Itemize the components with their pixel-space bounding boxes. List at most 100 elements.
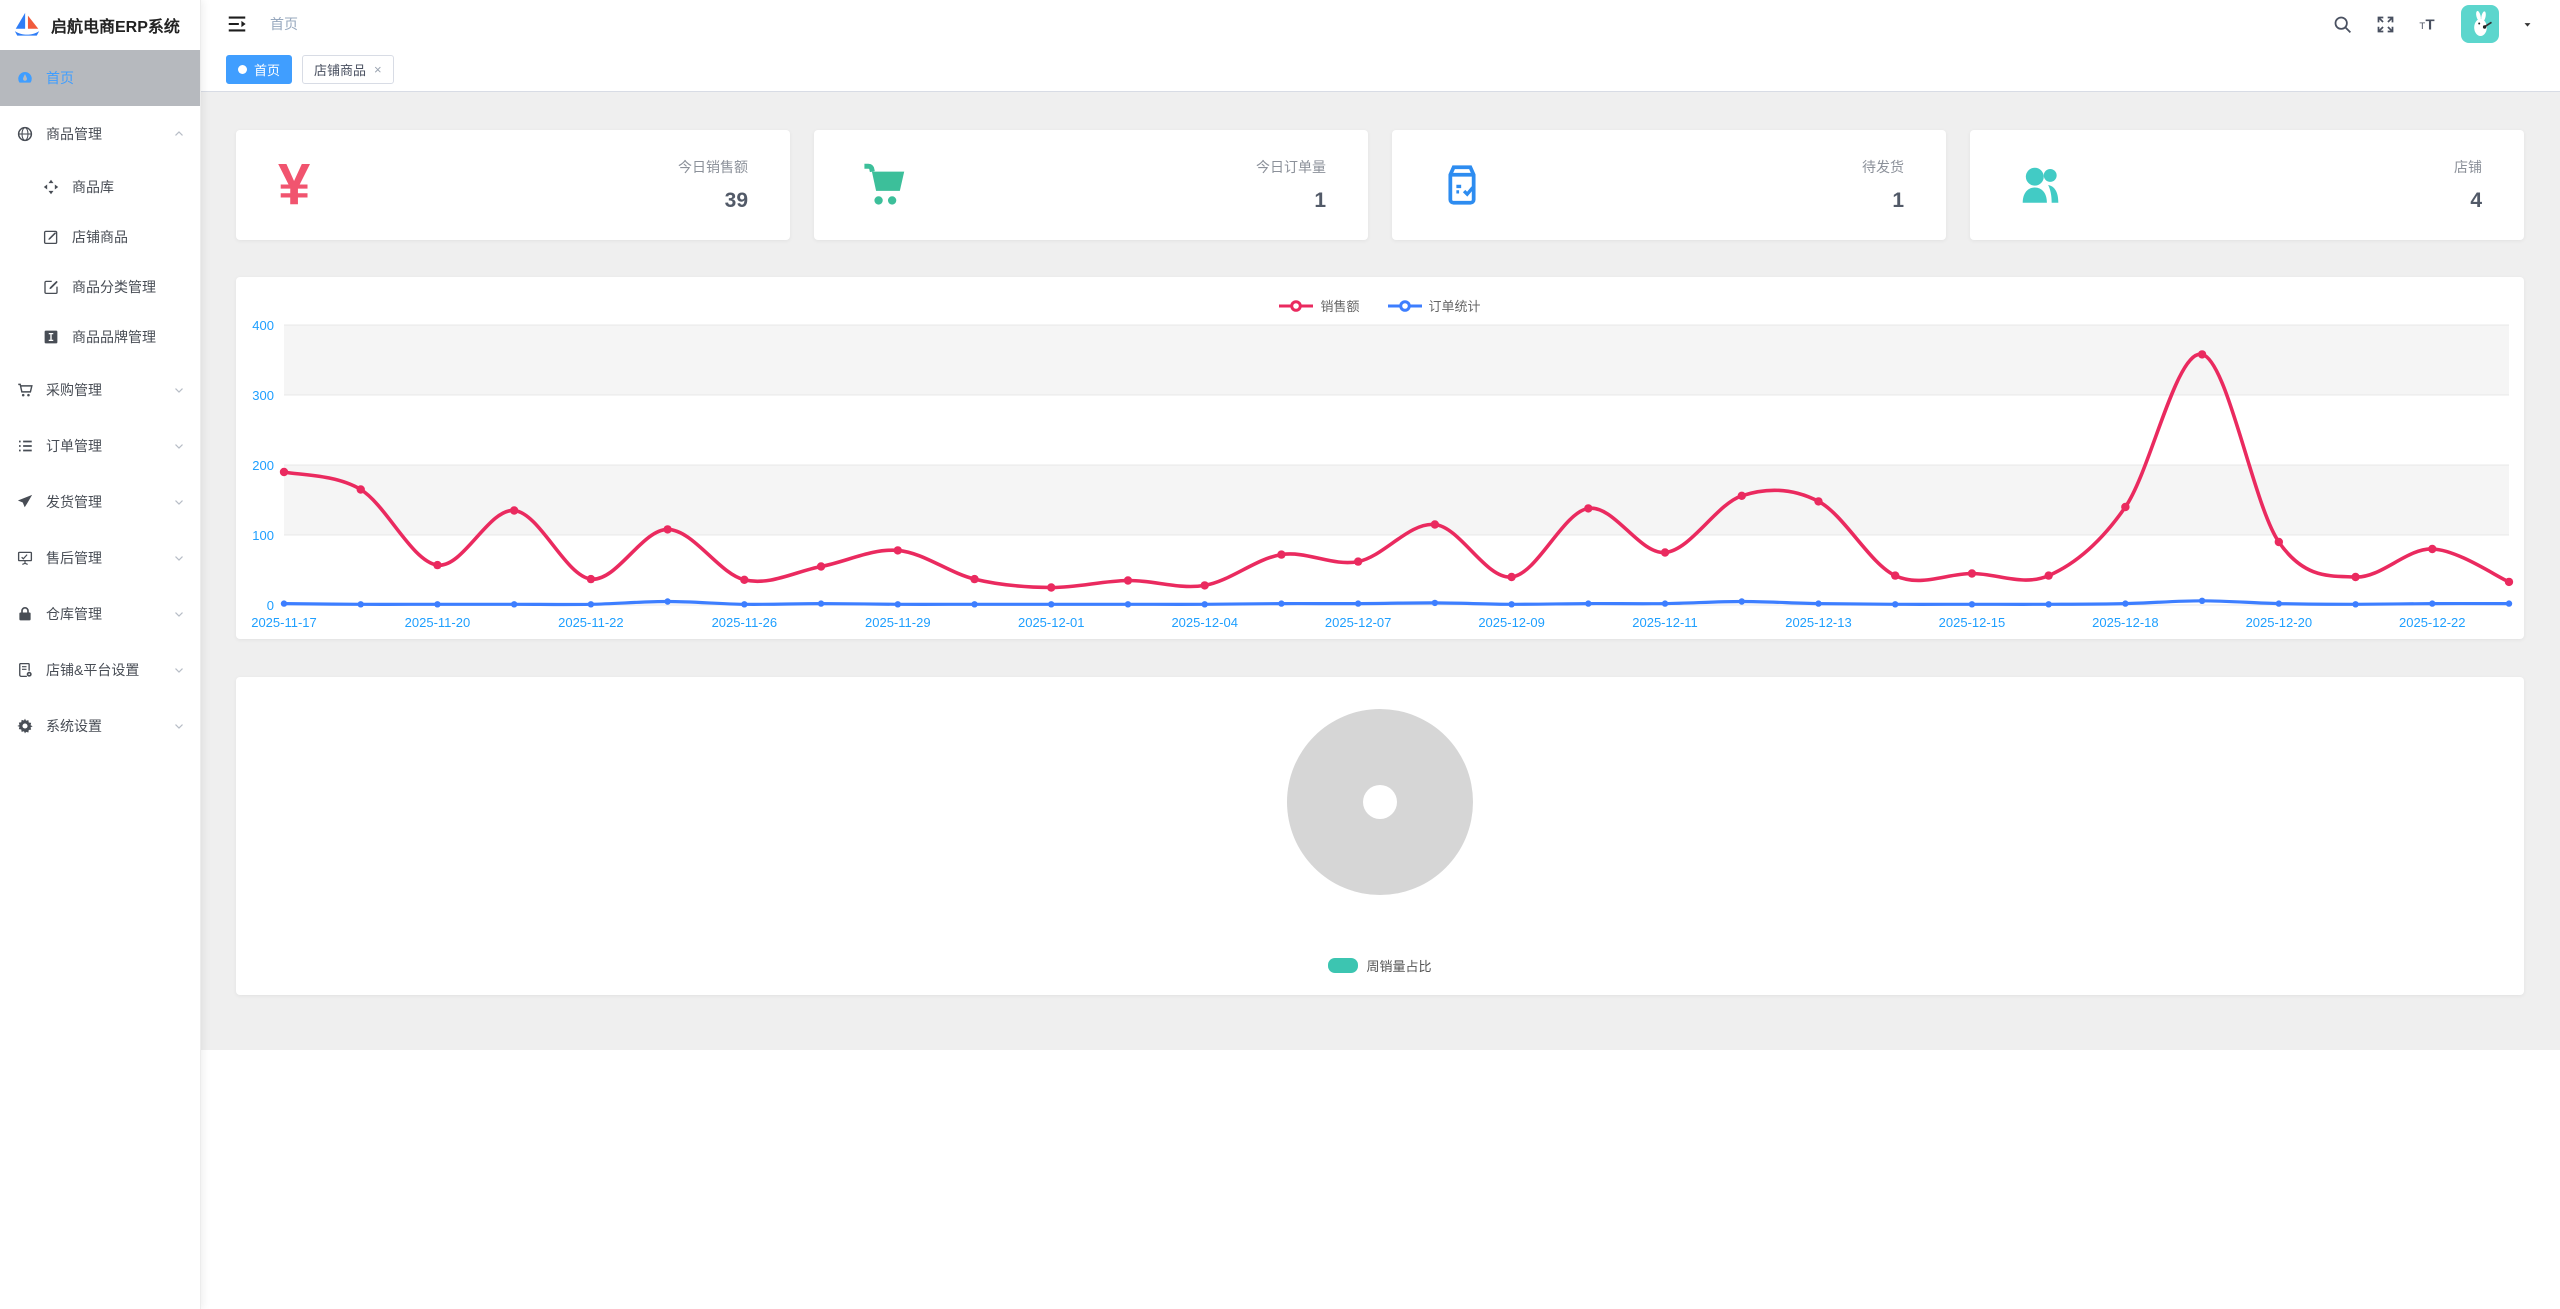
sidebar-item-shop-products[interactable]: 店铺商品 (0, 212, 200, 262)
sales-orders-line-chart[interactable]: 40030020010002025-11-172025-11-202025-11… (236, 319, 2524, 637)
svg-text:2025-11-22: 2025-11-22 (558, 615, 624, 630)
stat-card-today-orders: 今日订单量 1 (814, 130, 1368, 240)
sidebar-item-label: 首页 (46, 68, 74, 88)
svg-text:2025-12-01: 2025-12-01 (1018, 615, 1085, 630)
users-icon (2012, 157, 2068, 213)
info-square-icon (42, 328, 60, 346)
topbar: 首页 TT (200, 0, 2560, 48)
stat-card-value: 4 (2454, 189, 2482, 213)
legend-label: 销售额 (1320, 296, 1359, 315)
app-title: 启航电商ERP系统 (51, 13, 180, 37)
svg-text:2025-11-26: 2025-11-26 (712, 615, 778, 630)
legend-item-订单统计[interactable]: 订单统计 (1388, 296, 1481, 315)
stat-card-value: 39 (678, 189, 748, 213)
sidebar-item-label: 商品管理 (46, 124, 102, 144)
main-area: 首页 TT 首页店铺商品× ¥今日销售额39今日订单量1待发货1店铺4 销售额订… (200, 0, 2560, 1309)
close-icon[interactable]: × (374, 63, 382, 76)
gear-icon (16, 717, 34, 735)
breadcrumb[interactable]: 首页 (270, 14, 298, 34)
sidebar-menu: 首页商品管理商品库店铺商品商品分类管理商品品牌管理采购管理订单管理发货管理售后管… (0, 50, 200, 754)
svg-text:2025-12-22: 2025-12-22 (2399, 615, 2466, 630)
sidebar-item-home[interactable]: 首页 (0, 50, 200, 106)
caret-down-icon[interactable] (2521, 18, 2534, 31)
svg-text:400: 400 (252, 319, 274, 333)
sidebar-item-label: 订单管理 (46, 436, 102, 456)
stat-card-label: 店铺 (2454, 157, 2482, 177)
sidebar-item-label: 系统设置 (46, 716, 102, 736)
tag-home[interactable]: 首页 (226, 55, 292, 84)
tag-label: 店铺商品 (314, 60, 366, 79)
stat-card-value: 1 (1256, 189, 1326, 213)
send-icon (16, 493, 34, 511)
user-avatar[interactable] (2461, 5, 2499, 43)
font-size-icon[interactable]: TT (2418, 14, 2439, 35)
svg-text:2025-12-07: 2025-12-07 (1325, 615, 1392, 630)
chevron-down-icon (172, 551, 186, 565)
globe-icon (16, 125, 34, 143)
chevron-down-icon (172, 663, 186, 677)
sidebar-item-product-library[interactable]: 商品库 (0, 162, 200, 212)
logo-sailboat-icon (12, 10, 42, 40)
svg-text:2025-12-20: 2025-12-20 (2246, 615, 2313, 630)
dashboard-icon (16, 69, 34, 87)
sidebar-item-label: 店铺&平台设置 (46, 660, 139, 680)
sidebar-item-warehouse[interactable]: 仓库管理 (0, 586, 200, 642)
sidebar-item-aftersales[interactable]: 售后管理 (0, 530, 200, 586)
dashboard-content: ¥今日销售额39今日订单量1待发货1店铺4 销售额订单统计 4003002001… (200, 92, 2560, 1050)
stat-card-today-sales: ¥今日销售额39 (236, 130, 790, 240)
chevron-up-icon (172, 127, 186, 141)
sidebar-item-label: 商品品牌管理 (72, 327, 156, 347)
sidebar-item-shipping[interactable]: 发货管理 (0, 474, 200, 530)
edit-icon (42, 228, 60, 246)
stat-card-label: 今日销售额 (678, 157, 748, 177)
tag-shop-products[interactable]: 店铺商品 × (302, 55, 394, 84)
svg-text:2025-12-13: 2025-12-13 (1785, 615, 1852, 630)
search-icon[interactable] (2332, 14, 2353, 35)
chevron-down-icon (172, 607, 186, 621)
donut-legend-swatch[interactable] (1328, 958, 1358, 973)
list-icon (16, 437, 34, 455)
svg-text:2025-11-29: 2025-11-29 (865, 615, 931, 630)
svg-text:300: 300 (252, 388, 274, 403)
sidebar-item-label: 商品库 (72, 177, 114, 197)
sidebar-item-product-brands[interactable]: 商品品牌管理 (0, 312, 200, 362)
sidebar-item-label: 仓库管理 (46, 604, 102, 624)
svg-text:200: 200 (252, 458, 274, 473)
svg-text:2025-12-04: 2025-12-04 (1171, 615, 1238, 630)
sidebar-item-label: 商品分类管理 (72, 277, 156, 297)
cart-fill-icon (856, 157, 912, 213)
weekly-sales-donut-chart[interactable] (236, 677, 2524, 937)
sidebar-item-products[interactable]: 商品管理 (0, 106, 200, 162)
stat-cards-row: ¥今日销售额39今日订单量1待发货1店铺4 (236, 130, 2524, 240)
svg-text:2025-11-20: 2025-11-20 (405, 615, 471, 630)
fullscreen-icon[interactable] (2375, 14, 2396, 35)
sidebar-toggle-icon[interactable] (226, 13, 248, 35)
sidebar-item-label: 店铺商品 (72, 227, 128, 247)
document-gear-icon (16, 661, 34, 679)
presentation-icon (16, 549, 34, 567)
edit-square-icon (42, 278, 60, 296)
stat-card-shops: 店铺 4 (1970, 130, 2524, 240)
logo[interactable]: 启航电商ERP系统 (0, 0, 200, 50)
weekly-sales-panel: 周销量占比 (236, 677, 2524, 995)
svg-text:100: 100 (252, 528, 274, 543)
chevron-down-icon (172, 495, 186, 509)
chevron-down-icon (172, 719, 186, 733)
sidebar: 启航电商ERP系统 首页商品管理商品库店铺商品商品分类管理商品品牌管理采购管理订… (0, 0, 201, 1309)
sidebar-item-orders[interactable]: 订单管理 (0, 418, 200, 474)
stat-card-label: 今日订单量 (1256, 157, 1326, 177)
sidebar-item-purchasing[interactable]: 采购管理 (0, 362, 200, 418)
tag-label: 首页 (254, 60, 280, 79)
lock-icon (16, 605, 34, 623)
legend-label: 订单统计 (1429, 296, 1481, 315)
sidebar-item-product-categories[interactable]: 商品分类管理 (0, 262, 200, 312)
chevron-down-icon (172, 439, 186, 453)
legend-item-销售额[interactable]: 销售额 (1279, 296, 1359, 315)
tags-bar: 首页 店铺商品 × (200, 48, 2560, 92)
svg-text:2025-12-18: 2025-12-18 (2092, 615, 2159, 630)
sidebar-item-shop-platform-settings[interactable]: 店铺&平台设置 (0, 642, 200, 698)
svg-text:2025-12-11: 2025-12-11 (1632, 615, 1698, 630)
sidebar-item-system-settings[interactable]: 系统设置 (0, 698, 200, 754)
cart-icon (16, 381, 34, 399)
stat-card-pending-shipment: 待发货1 (1392, 130, 1946, 240)
